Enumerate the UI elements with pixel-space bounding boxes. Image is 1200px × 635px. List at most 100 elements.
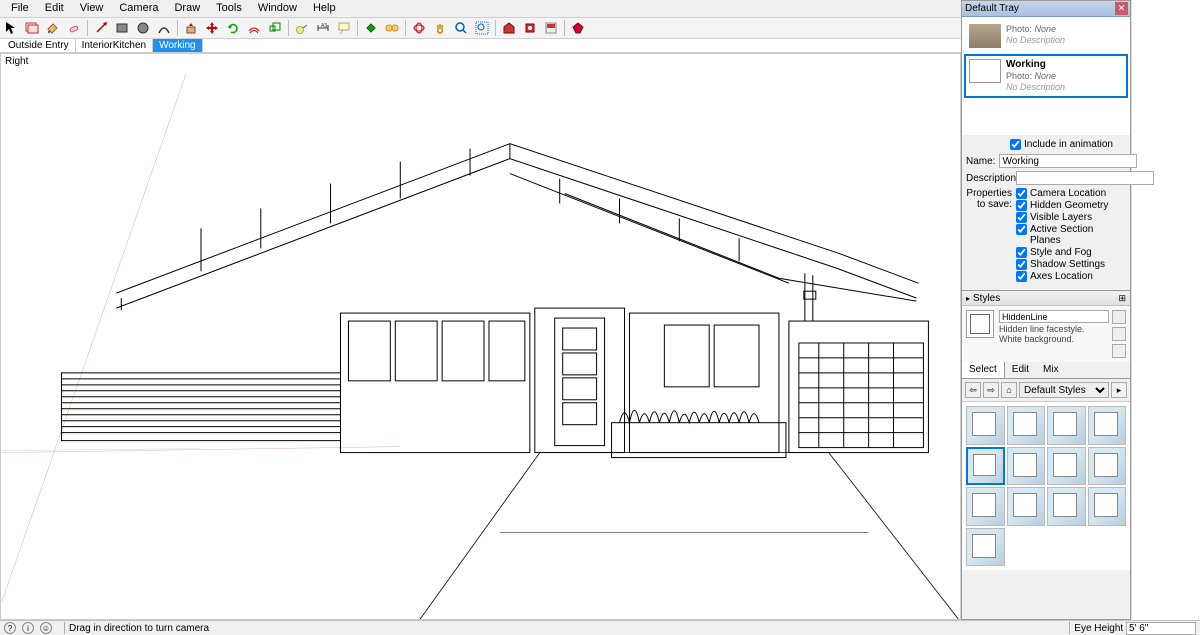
style-info-row: Hidden line facestyle. White background. [962,306,1130,362]
viewport[interactable]: Right [0,53,961,620]
style-tile[interactable] [966,406,1005,445]
menu-file[interactable]: File [3,0,37,17]
model-drawing [1,54,960,619]
scene-name-input[interactable] [999,154,1137,168]
rectangle-tool[interactable] [112,19,132,37]
tape-tool[interactable] [292,19,312,37]
style-tile[interactable] [1088,487,1127,526]
menu-tools[interactable]: Tools [208,0,250,17]
style-thumbnail-grid [962,402,1130,570]
zoom-extents-tool[interactable] [472,19,492,37]
scene-thumbnail [969,59,1001,83]
toolbar-separator [357,20,358,36]
scene-desc-input[interactable] [1016,171,1154,185]
extension-tool[interactable] [520,19,540,37]
nav-home-icon[interactable]: ⌂ [1001,382,1017,398]
prop-hidden-geo[interactable]: Hidden Geometry [1016,200,1126,211]
panel-expand-icon[interactable]: ⊞ [1118,293,1126,304]
tab-outside-entry[interactable]: Outside Entry [2,39,76,52]
zoom-tool[interactable] [451,19,471,37]
style-tile[interactable] [1088,406,1127,445]
scenes-list[interactable]: Photo: None No Description Working Photo… [962,17,1130,135]
collection-menu-icon[interactable]: ▸ [1111,382,1127,398]
layout-tool[interactable] [541,19,561,37]
warehouse-tool[interactable] [499,19,519,37]
paint-tool[interactable] [43,19,63,37]
style-tab-mix[interactable]: Mix [1036,362,1066,378]
menu-edit[interactable]: Edit [37,0,72,17]
eye-height-input[interactable] [1126,622,1196,635]
style-tile[interactable] [1007,447,1046,486]
menu-draw[interactable]: Draw [166,0,208,17]
tray-close-icon[interactable]: ✕ [1115,2,1128,15]
select-tool[interactable] [1,19,21,37]
tab-interior-kitchen[interactable]: InteriorKitchen [76,39,153,52]
style-tile[interactable] [1007,406,1046,445]
toolbar-separator [87,20,88,36]
style-tab-edit[interactable]: Edit [1005,362,1036,378]
menu-window[interactable]: Window [250,0,305,17]
axes-tool[interactable] [382,19,402,37]
menu-camera[interactable]: Camera [111,0,166,17]
tab-working[interactable]: Working [153,39,203,52]
default-tray-panel: Default Tray ✕ Photo: None No Descriptio… [961,0,1131,620]
style-tile[interactable] [1007,487,1046,526]
info-icon[interactable]: i [22,622,34,634]
help-icon[interactable]: ? [4,622,16,634]
style-update-icon[interactable] [1112,310,1126,324]
ruby-tool[interactable] [568,19,588,37]
prop-sections[interactable]: Active Section Planes [1016,224,1126,246]
3dtext-tool[interactable] [361,19,381,37]
styles-panel-header[interactable]: Styles ⊞ [962,290,1130,306]
status-separator [1069,622,1070,634]
style-name-input[interactable] [999,310,1109,323]
style-tile[interactable] [966,447,1005,486]
right-blank-area [1131,0,1200,620]
props-label: Properties to save: [966,188,1016,210]
include-animation-check[interactable]: Include in animation [1010,139,1126,150]
line-tool[interactable] [91,19,111,37]
menu-view[interactable]: View [72,0,112,17]
tray-titlebar[interactable]: Default Tray ✕ [962,1,1130,17]
nav-fwd-icon[interactable]: ⇨ [983,382,999,398]
pushpull-tool[interactable] [181,19,201,37]
rotate-tool[interactable] [223,19,243,37]
prop-style-fog[interactable]: Style and Fog [1016,247,1126,258]
style-tab-select[interactable]: Select [962,362,1005,378]
arc-tool[interactable] [154,19,174,37]
pan-tool[interactable] [430,19,450,37]
nav-back-icon[interactable]: ⇦ [965,382,981,398]
make-component-tool[interactable] [22,19,42,37]
scene-item[interactable]: Working Photo: None No Description [964,54,1128,98]
person-icon[interactable]: ☺ [40,622,52,634]
offset-tool[interactable] [244,19,264,37]
style-desc: Hidden line facestyle. White background. [999,325,1109,345]
move-tool[interactable] [202,19,222,37]
style-tile[interactable] [1088,447,1127,486]
style-tile[interactable] [1047,406,1086,445]
prop-camera[interactable]: Camera Location [1016,188,1126,199]
orbit-tool[interactable] [409,19,429,37]
style-collection-dropdown[interactable]: Default Styles [1019,382,1109,398]
prop-axes[interactable]: Axes Location [1016,271,1126,282]
style-tile[interactable] [1047,487,1086,526]
status-icons: ? i ☺ [4,622,52,634]
scene-properties: Include in animation Name: Description: … [962,135,1130,290]
prop-layers[interactable]: Visible Layers [1016,212,1126,223]
style-tile[interactable] [966,528,1005,567]
prop-shadows[interactable]: Shadow Settings [1016,259,1126,270]
style-new-icon[interactable] [1112,327,1126,341]
circle-tool[interactable] [133,19,153,37]
desc-label: Description: [966,173,1016,184]
text-tool[interactable] [334,19,354,37]
style-tile[interactable] [966,487,1005,526]
menu-help[interactable]: Help [305,0,344,17]
scale-tool[interactable] [265,19,285,37]
eraser-tool[interactable] [64,19,84,37]
scene-item[interactable]: Photo: None No Description [964,19,1128,53]
dimension-tool[interactable]: A3 [313,19,333,37]
style-tile[interactable] [1047,447,1086,486]
statusbar: ? i ☺ Drag in direction to turn camera E… [0,620,1200,635]
status-separator [64,622,65,634]
style-refresh-icon[interactable] [1112,344,1126,358]
